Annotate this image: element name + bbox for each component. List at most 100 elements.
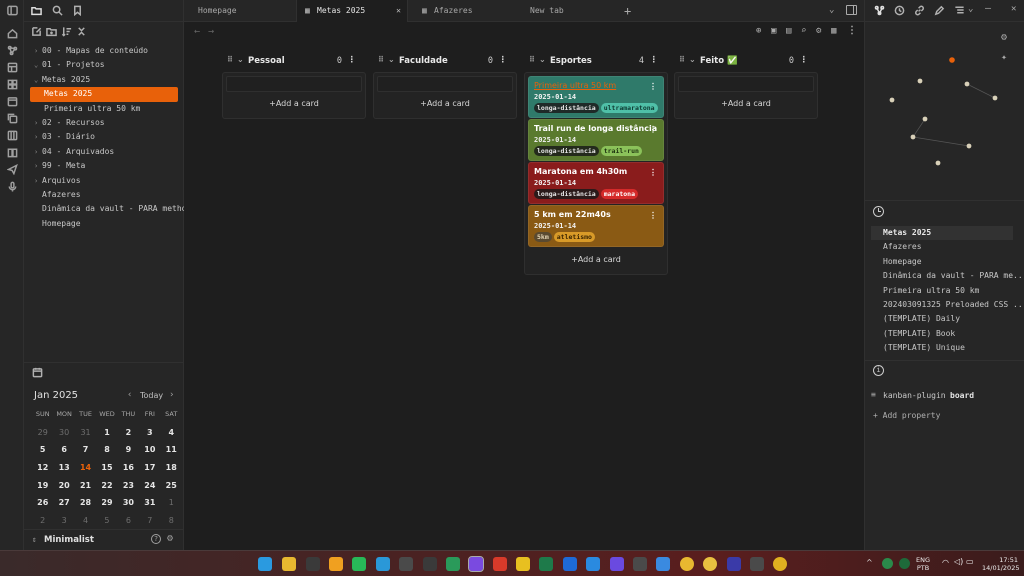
folder-icon[interactable] xyxy=(31,5,43,17)
recent-file[interactable]: Metas 2025 xyxy=(871,226,1013,241)
spotify-icon[interactable] xyxy=(773,557,787,571)
ki-app-icon[interactable] xyxy=(727,557,741,571)
add-list-icon[interactable]: ⊕ xyxy=(756,26,761,36)
vscode-icon[interactable] xyxy=(586,557,600,571)
clock-icon[interactable] xyxy=(894,5,906,17)
tree-item[interactable]: Metas 2025 xyxy=(30,87,178,102)
tag[interactable]: longa-distância xyxy=(534,103,599,113)
tray-chevron-icon[interactable]: ^ xyxy=(866,559,873,567)
whatsapp-icon[interactable] xyxy=(352,557,366,571)
recent-file[interactable]: (TEMPLATE) Daily xyxy=(865,312,1024,326)
calendar-day[interactable]: 23 xyxy=(118,481,139,490)
recent-file[interactable]: Dinâmica da vault - PARA me... xyxy=(865,269,1024,283)
recent-file[interactable]: (TEMPLATE) Unique xyxy=(865,341,1024,355)
sidebar-toggle-icon[interactable] xyxy=(6,5,18,17)
obs-icon[interactable] xyxy=(306,557,320,571)
tag[interactable]: ultramaratona xyxy=(600,103,658,113)
recent-file[interactable]: 202403091325 Preloaded CSS ... xyxy=(865,298,1024,312)
tab-new-tab[interactable]: New tab xyxy=(516,0,624,22)
emoji-app-icon[interactable] xyxy=(703,557,717,571)
tree-item[interactable]: › 02 - Recursos xyxy=(24,116,184,130)
collapse-lane-icon[interactable]: ⌄ xyxy=(388,55,395,64)
lane-header[interactable]: ⠿ ⌄ Esportes 4 ⋮ xyxy=(524,50,668,72)
calendar-day[interactable]: 3 xyxy=(139,428,160,437)
template-icon[interactable] xyxy=(6,62,18,74)
chevron-down-icon[interactable]: ⌄ xyxy=(968,4,973,14)
recent-file[interactable]: Afazeres xyxy=(865,240,1024,254)
input-language[interactable]: ENG PTB xyxy=(916,556,930,572)
calendar-day[interactable]: 14 xyxy=(75,463,96,472)
collapse-lane-icon[interactable]: ⌄ xyxy=(237,55,244,64)
calendar-icon[interactable] xyxy=(6,96,18,108)
wifi-icon[interactable]: ◠ xyxy=(942,559,949,567)
tag[interactable]: atletismo xyxy=(553,232,595,242)
tag[interactable]: maratona xyxy=(600,189,639,199)
sun-app-icon[interactable] xyxy=(680,557,694,571)
collapse-all-icon[interactable] xyxy=(76,26,88,38)
tree-item[interactable]: ⌄ Metas 2025 xyxy=(24,73,184,87)
calendar-day[interactable]: 7 xyxy=(75,445,96,454)
search-icon[interactable]: ⌕ xyxy=(801,26,806,36)
kanban-card[interactable]: 5 km em 22m40s 2025-01-14 5km atletismo ⋮ xyxy=(528,205,664,247)
clock[interactable]: 17:51 14/01/2025 xyxy=(982,556,1019,572)
minimize-icon[interactable]: — xyxy=(985,3,991,14)
tree-item[interactable]: › 99 - Meta xyxy=(24,159,184,173)
kanban-card[interactable]: Primeira ultra 50 km 2025-01-14 longa-dist… xyxy=(528,76,664,118)
calendar-day[interactable]: 3 xyxy=(53,516,74,525)
bookmark-icon[interactable] xyxy=(72,5,84,17)
calendar-day[interactable]: 20 xyxy=(53,481,74,490)
calendar-day[interactable]: 31 xyxy=(139,498,160,507)
volume-icon[interactable]: ◁) xyxy=(954,558,963,566)
calendar-day[interactable]: 10 xyxy=(139,445,160,454)
archive-icon[interactable]: ▣ xyxy=(771,26,776,36)
figma-icon[interactable] xyxy=(633,557,647,571)
calendar-day[interactable]: 22 xyxy=(96,481,117,490)
card-menu-icon[interactable]: ⋮ xyxy=(649,82,657,91)
kanban-card[interactable]: Trail run de longa distância 2025-01-14 lo… xyxy=(528,119,664,161)
calendar-day[interactable]: 1 xyxy=(96,428,117,437)
graph-icon[interactable] xyxy=(6,45,18,57)
tag[interactable]: longa-distância xyxy=(534,189,599,199)
tag[interactable]: trail-run xyxy=(600,146,642,156)
tree-item[interactable]: Afazeres xyxy=(24,188,184,202)
calendar-day[interactable]: 24 xyxy=(139,481,160,490)
add-card-button[interactable]: +Add a card xyxy=(677,92,815,116)
calendar-day[interactable]: 29 xyxy=(96,498,117,507)
board-settings-icon[interactable]: ⚙ xyxy=(816,26,821,36)
today-button[interactable]: Today xyxy=(140,391,163,400)
calendar-day[interactable]: 4 xyxy=(75,516,96,525)
copy-icon[interactable] xyxy=(6,113,18,125)
recent-file[interactable]: Primeira ultra 50 km xyxy=(865,284,1024,298)
kanban-card[interactable]: Maratona em 4h30m 2025-01-14 longa-distânc… xyxy=(528,162,664,204)
add-card-button[interactable]: +Add a card xyxy=(376,92,514,116)
calendar-day[interactable]: 12 xyxy=(32,463,53,472)
obsidian-icon[interactable] xyxy=(468,556,484,572)
calendar-day[interactable]: 28 xyxy=(75,498,96,507)
new-note-icon[interactable] xyxy=(31,26,43,38)
prev-month-icon[interactable]: ‹ xyxy=(127,390,132,400)
browser-icon[interactable] xyxy=(329,557,343,571)
tree-item[interactable]: Primeira ultra 50 km xyxy=(24,102,184,116)
calendar-icon[interactable] xyxy=(32,367,44,379)
new-folder-icon[interactable] xyxy=(46,26,58,38)
calendar-day[interactable]: 27 xyxy=(53,498,74,507)
kanban-icon[interactable] xyxy=(6,130,18,142)
battery-icon[interactable]: ▭ xyxy=(966,558,974,566)
canvas-icon[interactable] xyxy=(6,79,18,91)
view-icon[interactable]: ▦ xyxy=(831,26,836,36)
calendar-day[interactable]: 5 xyxy=(96,516,117,525)
lane-menu-icon[interactable]: ⋮ xyxy=(499,55,508,65)
tray-status-icon[interactable] xyxy=(899,558,910,569)
lane-menu-icon[interactable]: ⋮ xyxy=(348,55,357,65)
calendar-day[interactable]: 18 xyxy=(161,463,182,472)
tag[interactable]: 5km xyxy=(534,232,552,242)
excel-icon[interactable] xyxy=(539,557,553,571)
home-icon[interactable] xyxy=(6,28,18,40)
tree-item[interactable]: Dinâmica da vault - PARA metho... xyxy=(24,202,184,216)
outline-icon[interactable] xyxy=(954,5,966,17)
add-card-button[interactable]: +Add a card xyxy=(527,248,665,272)
tag[interactable]: longa-distância xyxy=(534,146,599,156)
book-icon[interactable] xyxy=(6,147,18,159)
drag-handle-icon[interactable]: ⠿ xyxy=(378,55,384,64)
send-icon[interactable] xyxy=(5,163,18,176)
